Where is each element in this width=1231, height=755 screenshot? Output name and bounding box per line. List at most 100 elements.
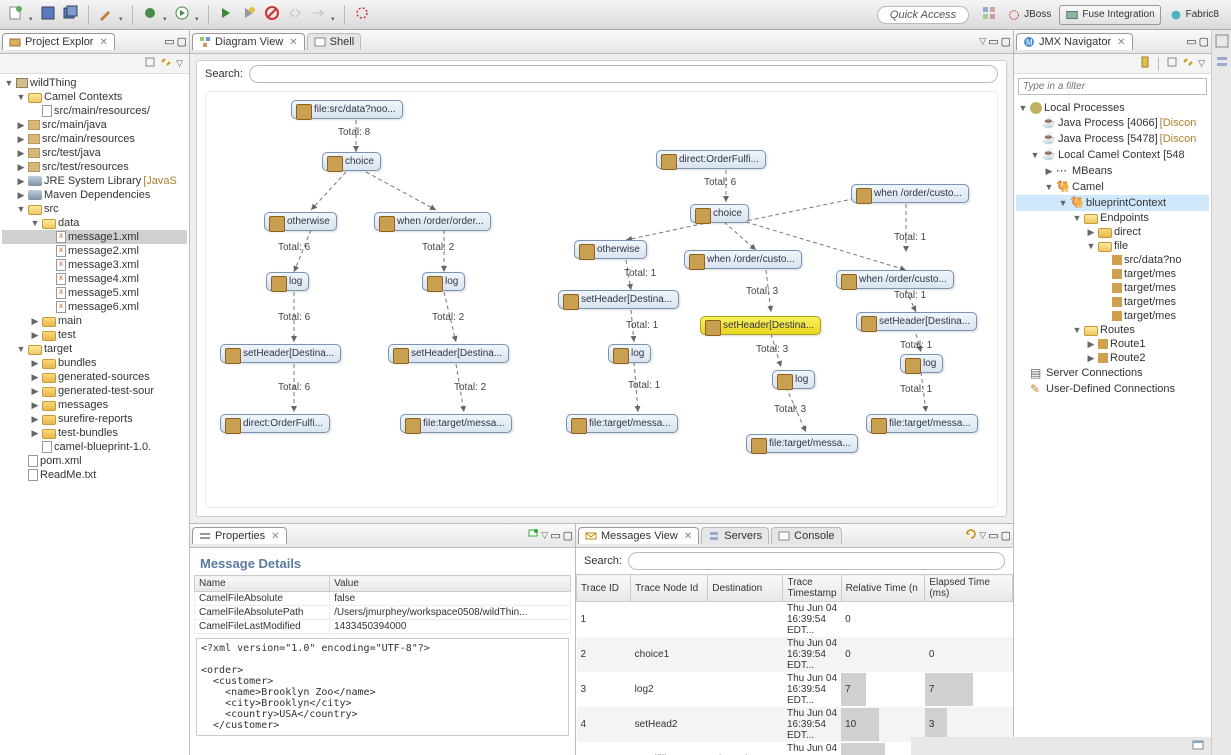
tree-item[interactable]: camel-blueprint-1.0. — [54, 441, 151, 453]
diagram-node[interactable]: when /order/custo... — [684, 250, 802, 269]
debug-button[interactable] — [140, 3, 160, 26]
tree-item[interactable]: test-bundles — [58, 427, 118, 439]
tree-item[interactable]: src/data?no — [1124, 254, 1181, 266]
diagram-node[interactable]: file:target/messa... — [746, 434, 858, 453]
tree-item[interactable]: message2.xml — [68, 245, 139, 257]
dropdown-arrow-icon[interactable] — [195, 12, 201, 18]
jmx-tree[interactable]: ▼Local Processes ☕Java Process [4066][Di… — [1014, 99, 1211, 755]
task-list-icon[interactable] — [1215, 55, 1229, 72]
link-icon[interactable] — [1182, 56, 1194, 71]
dropdown-arrow-icon[interactable] — [29, 12, 35, 18]
close-icon[interactable]: ✕ — [271, 531, 279, 542]
diagram-node[interactable]: otherwise — [574, 240, 647, 259]
messages-tab[interactable]: Messages View ✕ — [578, 527, 699, 544]
jmx-tab[interactable]: M JMX Navigator ✕ — [1016, 33, 1133, 50]
tree-item[interactable]: JRE System Library — [44, 175, 141, 187]
diagram-node[interactable]: direct:OrderFulfi... — [656, 150, 766, 169]
tree-item[interactable]: test — [58, 329, 76, 341]
close-icon[interactable]: ✕ — [99, 37, 107, 48]
diagram-node[interactable]: choice — [690, 204, 749, 223]
maximize-icon[interactable]: ▢ — [177, 35, 187, 48]
perspective-fuse[interactable]: Fuse Integration — [1059, 5, 1160, 25]
tree-item[interactable]: src/test/resources — [42, 161, 129, 173]
minimize-icon[interactable]: ▭ — [1186, 35, 1196, 48]
save-all-button[interactable] — [61, 3, 81, 26]
tree-item[interactable]: Camel Contexts — [44, 91, 122, 103]
view-menu-icon[interactable]: ▽ — [1198, 58, 1205, 69]
diagram-node[interactable]: when /order/custo... — [851, 184, 969, 203]
table-row[interactable]: 3log2Thu Jun 04 16:39:54 EDT...77 — [577, 672, 1013, 707]
new-connection-icon[interactable] — [1139, 56, 1151, 71]
tree-item[interactable]: ReadMe.txt — [40, 469, 96, 481]
open-perspective-button[interactable] — [979, 3, 999, 26]
col-header[interactable]: Trace ID — [577, 575, 631, 602]
collapse-all-icon[interactable] — [144, 56, 156, 71]
col-header[interactable]: Elapsed Time (ms) — [925, 575, 1013, 602]
col-header[interactable]: Relative Time (n — [841, 575, 925, 602]
refresh-icon[interactable] — [965, 528, 977, 543]
minimize-icon[interactable]: ▭ — [550, 529, 560, 542]
diagram-node[interactable]: log — [772, 370, 815, 389]
tree-item[interactable]: message4.xml — [68, 273, 139, 285]
tree-item[interactable]: messages — [58, 399, 108, 411]
shell-tab[interactable]: Shell — [307, 33, 361, 50]
tree-item[interactable]: src/test/java — [42, 147, 101, 159]
tree-item[interactable]: src/main/resources/ — [54, 105, 150, 117]
tree-item[interactable]: surefire-reports — [58, 413, 133, 425]
diagram-node[interactable]: file:target/messa... — [400, 414, 512, 433]
maximize-icon[interactable]: ▢ — [1199, 35, 1209, 48]
tree-item[interactable]: Route1 — [1110, 338, 1145, 350]
diagram-node[interactable]: choice — [322, 152, 381, 171]
diagram-node[interactable]: file:target/messa... — [566, 414, 678, 433]
diagram-node[interactable]: log — [266, 272, 309, 291]
tree-item[interactable]: generated-test-sour — [58, 385, 154, 397]
brush-button[interactable] — [96, 3, 116, 26]
diagram-node[interactable]: direct:OrderFulfi... — [220, 414, 330, 433]
tree-item[interactable]: Maven Dependencies — [44, 189, 150, 201]
tree-item[interactable]: Route2 — [1110, 352, 1145, 364]
tree-item[interactable]: data — [58, 217, 79, 229]
save-button[interactable] — [38, 3, 58, 26]
tree-item[interactable]: wildThing — [30, 77, 76, 89]
quick-access[interactable]: Quick Access — [877, 6, 969, 24]
tree-item[interactable]: target/mes — [1124, 310, 1176, 322]
diagram-node[interactable]: file:target/messa... — [866, 414, 978, 433]
tree-item[interactable]: User-Defined Connections — [1046, 383, 1175, 395]
tree-item[interactable]: blueprintContext — [1086, 197, 1166, 209]
diagram-node[interactable]: setHeader[Destina... — [856, 312, 977, 331]
tree-item[interactable]: src/main/resources — [42, 133, 135, 145]
tree-item[interactable]: Server Connections — [1046, 367, 1143, 379]
dropdown-arrow-icon[interactable] — [119, 12, 125, 18]
pin-icon[interactable] — [527, 528, 539, 543]
tree-item[interactable]: file — [1114, 240, 1128, 252]
properties-tab[interactable]: Properties ✕ — [192, 527, 287, 544]
maximize-icon[interactable]: ▢ — [1001, 529, 1011, 542]
servers-tab[interactable]: Servers — [701, 527, 769, 544]
tree-item[interactable]: Java Process [4066] — [1058, 117, 1158, 129]
col-header[interactable]: Value — [330, 576, 571, 592]
project-explorer-tab[interactable]: Project Explor ✕ — [2, 33, 115, 50]
diagram-node[interactable]: setHeader[Destina... — [388, 344, 509, 363]
perspective-fabric8[interactable]: Fabric8 — [1163, 5, 1225, 25]
maximize-icon[interactable]: ▢ — [1001, 35, 1011, 48]
diagram-node[interactable]: setHeader[Destina... — [220, 344, 341, 363]
tree-item[interactable]: main — [58, 315, 82, 327]
close-icon[interactable]: ✕ — [289, 37, 297, 48]
view-menu-icon[interactable]: ▽ — [979, 530, 986, 541]
tree-item[interactable]: generated-sources — [58, 371, 150, 383]
new-button[interactable] — [6, 3, 26, 26]
tree-item[interactable]: message5.xml — [68, 287, 139, 299]
tree-item[interactable]: Local Processes — [1044, 102, 1125, 114]
suspend-button[interactable] — [239, 3, 259, 26]
diagram-canvas[interactable]: file:src/data?noo... Total: 8 choice oth… — [205, 91, 998, 508]
run-button[interactable] — [172, 3, 192, 26]
tree-item[interactable]: MBeans — [1072, 165, 1112, 177]
maximize-icon[interactable]: ▢ — [563, 529, 573, 542]
tree-item[interactable]: Routes — [1100, 324, 1135, 336]
minimize-icon[interactable]: ▭ — [164, 35, 174, 48]
view-menu-icon[interactable]: ▽ — [541, 530, 548, 541]
tree-item[interactable]: target — [44, 343, 72, 355]
disconnect-button[interactable] — [285, 3, 305, 26]
dropdown-arrow-icon[interactable] — [163, 12, 169, 18]
diagram-node[interactable]: file:src/data?noo... — [291, 100, 403, 119]
